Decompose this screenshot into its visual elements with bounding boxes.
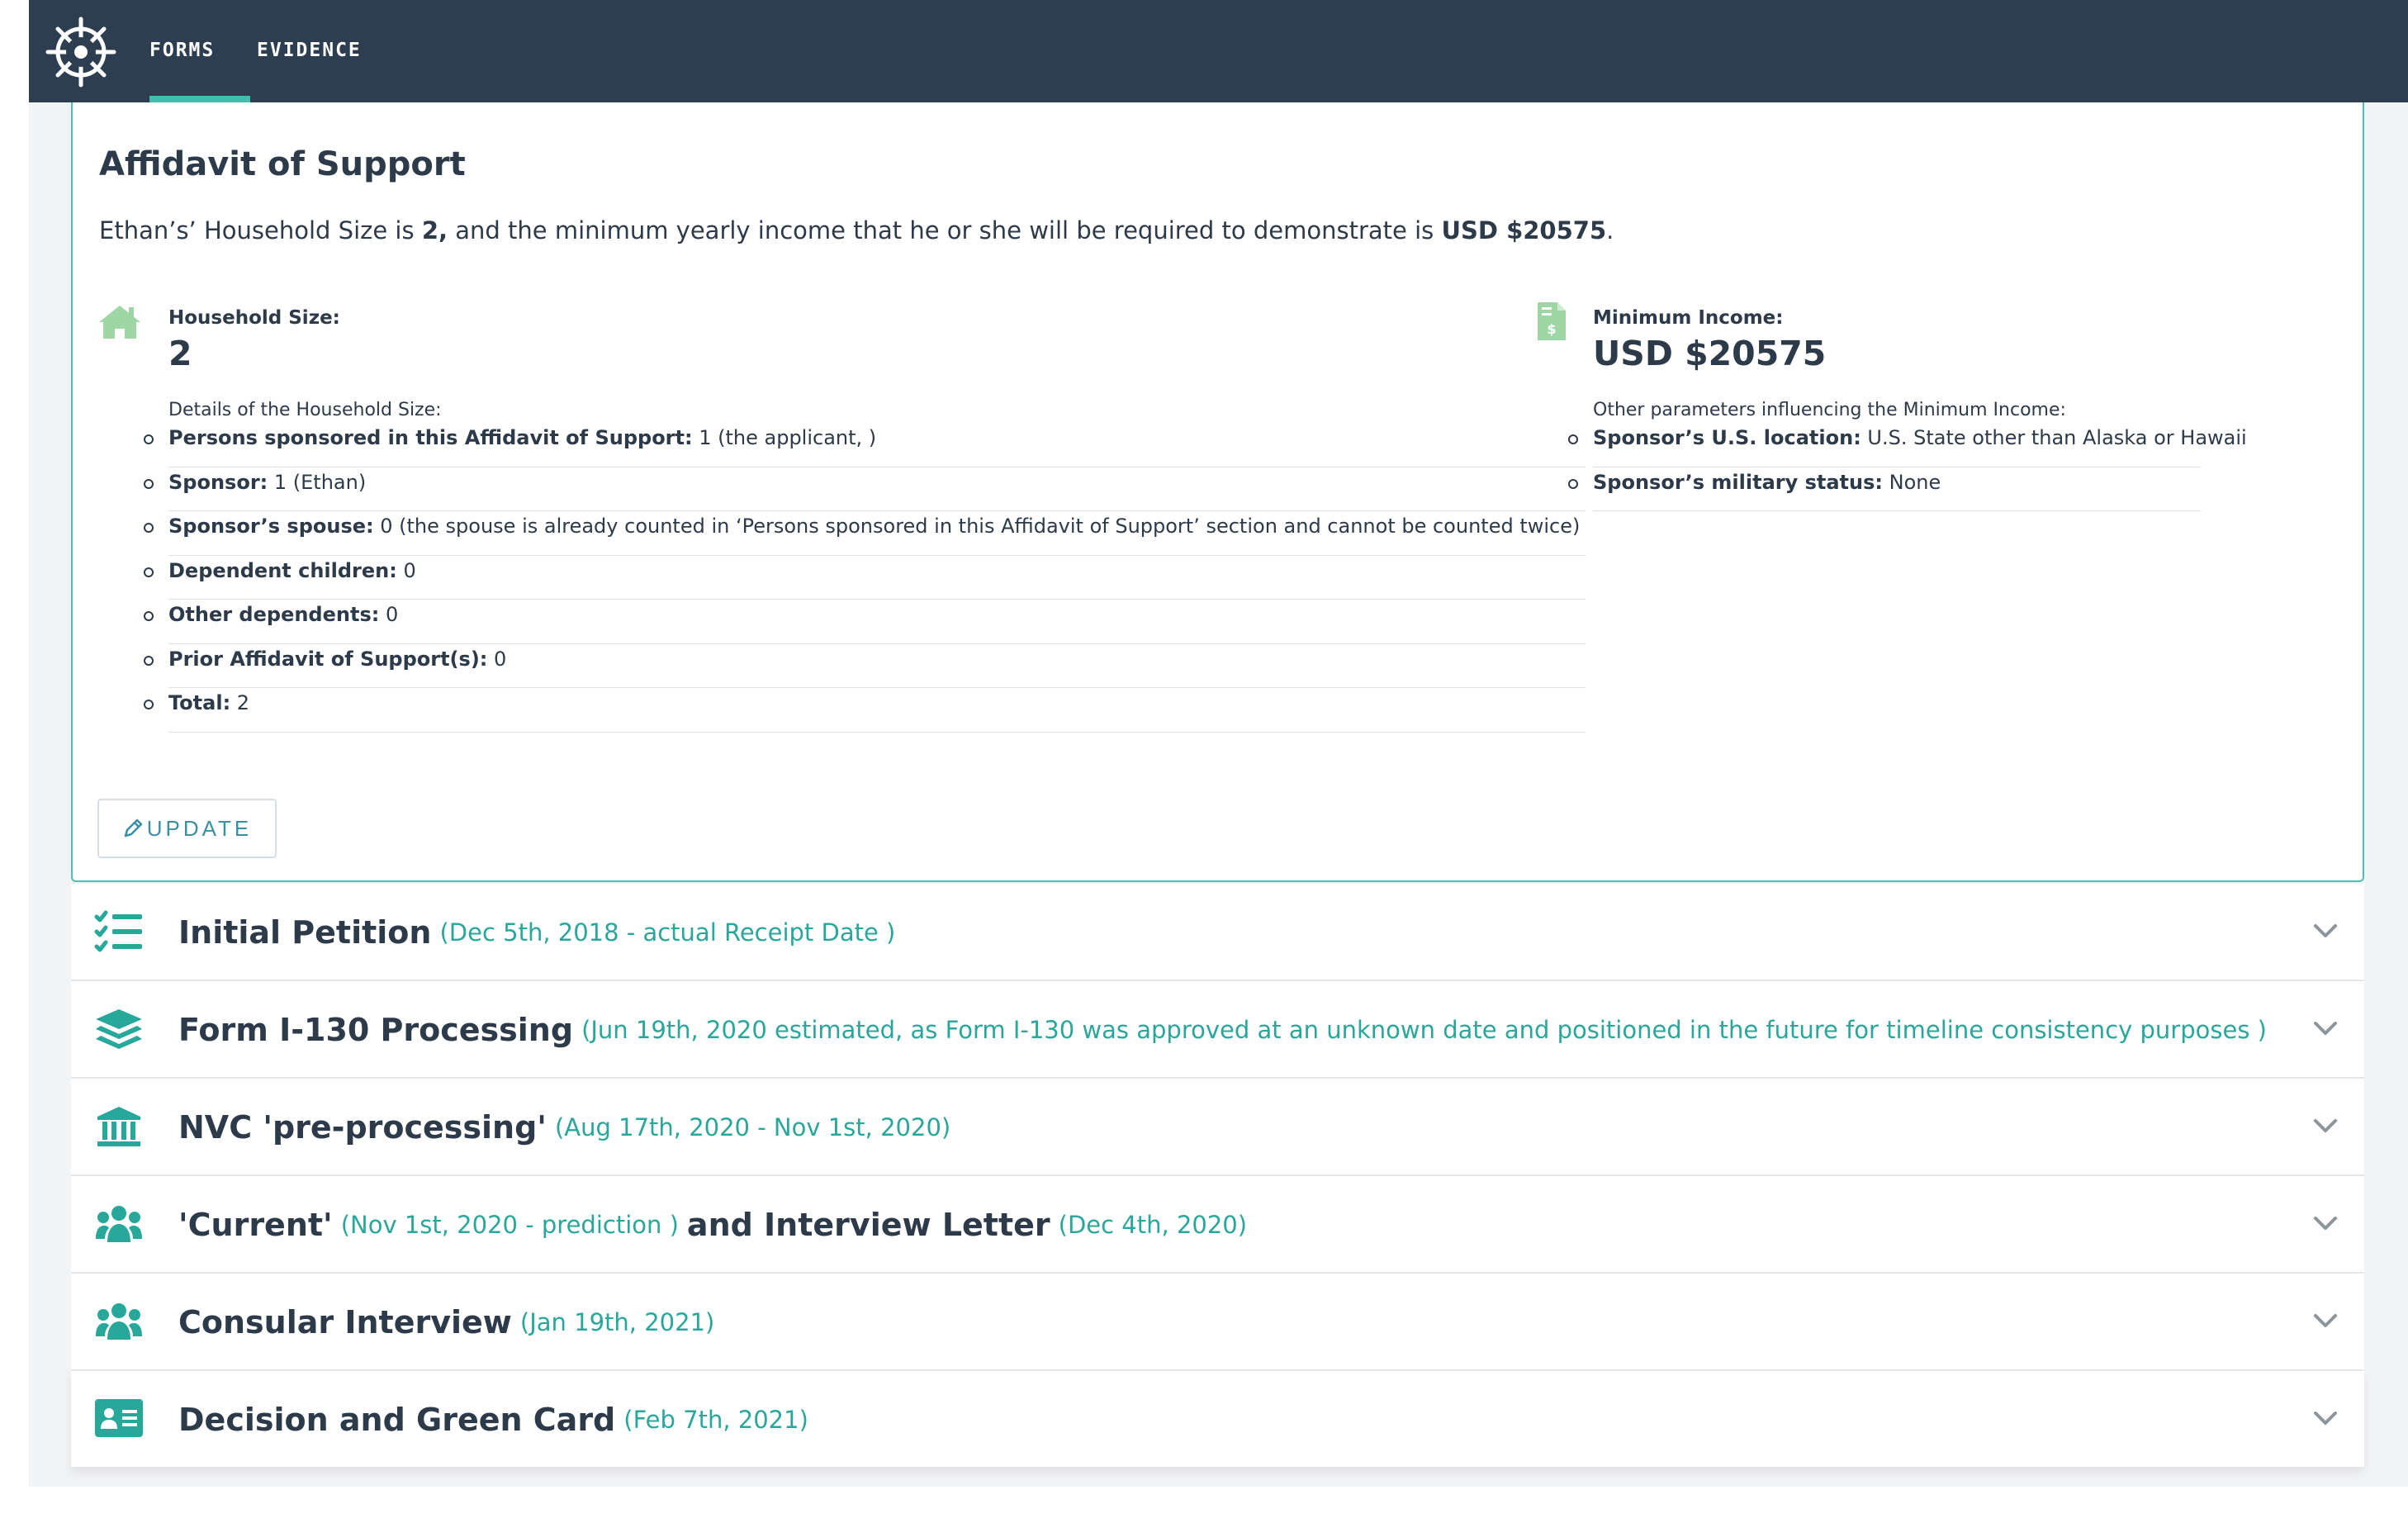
checklist-icon: [94, 910, 142, 952]
chevron-down-icon[interactable]: [2311, 1404, 2339, 1432]
income-details-title: Other parameters influencing the Minimum…: [1593, 400, 2066, 420]
list-item: Total: 2: [144, 688, 1586, 733]
list-item: Sponsor’s U.S. location: U.S. State othe…: [1568, 423, 2247, 467]
section-date: (Jan 19th, 2021): [519, 1308, 715, 1336]
section-title: NVC 'pre-processing': [178, 1109, 547, 1146]
household-size-label: Household Size:: [168, 307, 340, 329]
timeline-accordion: Initial Petition (Dec 5th, 2018 - actual…: [71, 884, 2364, 1467]
household-size-value: 2: [168, 334, 192, 373]
household-details-list: Persons sponsored in this Affidavit of S…: [144, 423, 1586, 733]
detail-value: 2: [230, 691, 250, 714]
accordion-row-nvc[interactable]: NVC 'pre-processing' (Aug 17th, 2020 - N…: [71, 1079, 2364, 1176]
summary-text: .: [1606, 216, 1614, 244]
chevron-down-icon[interactable]: [2311, 1112, 2339, 1140]
users-icon: [96, 1206, 142, 1242]
detail-value: 0 (the spouse is already counted in ‘Per…: [373, 515, 1581, 538]
tab-forms[interactable]: FORMS: [149, 40, 215, 61]
home-icon: [99, 306, 140, 339]
list-item: Sponsor: 1 (Ethan): [144, 467, 1586, 511]
section-date: (Jun 19th, 2020 estimated, as Form I-130…: [581, 1016, 2267, 1044]
pencil-icon: [124, 818, 142, 837]
household-details-title: Details of the Household Size:: [168, 400, 442, 420]
section-title: Consular Interview: [178, 1304, 512, 1340]
list-item: Sponsor’s military status: None: [1568, 467, 2201, 511]
list-item: Dependent children: 0: [144, 556, 1586, 600]
active-tab-indicator: [149, 96, 250, 102]
chevron-down-icon[interactable]: [2311, 1307, 2339, 1335]
detail-key: Dependent children:: [168, 558, 397, 582]
detail-key: Sponsor’s spouse:: [168, 515, 374, 538]
accordion-row-initial-petition[interactable]: Initial Petition (Dec 5th, 2018 - actual…: [71, 884, 2364, 981]
minimum-income-label: Minimum Income:: [1593, 307, 1784, 329]
top-navigation: FORMS EVIDENCE: [29, 0, 2408, 102]
detail-value: 1 (Ethan): [268, 470, 367, 494]
section-title: 'Current': [178, 1207, 333, 1243]
list-item: Sponsor’s spouse: 0 (the spouse is alrea…: [144, 511, 1586, 556]
detail-key: Persons sponsored in this Affidavit of S…: [168, 426, 693, 449]
minimum-income-value: USD $20575: [1593, 334, 1827, 373]
summary-min-income: USD $20575: [1441, 216, 1607, 244]
list-item: Persons sponsored in this Affidavit of S…: [144, 423, 1586, 467]
accordion-header: Decision and Green Card (Feb 7th, 2021): [178, 1371, 817, 1468]
detail-key: Prior Affidavit of Support(s):: [168, 647, 488, 671]
detail-key: Total:: [168, 691, 231, 714]
layers-icon: [96, 1009, 142, 1049]
section-title: and Interview Letter: [686, 1207, 1050, 1243]
id-card-icon: [95, 1399, 143, 1437]
affidavit-title: Affidavit of Support: [99, 145, 466, 183]
accordion-header: Initial Petition (Dec 5th, 2018 - actual…: [178, 884, 903, 981]
section-title: Initial Petition: [178, 914, 432, 951]
summary-household-size: 2,: [421, 216, 448, 244]
ship-wheel-logo-icon[interactable]: [45, 17, 116, 88]
accordion-row-form-i130[interactable]: Form I-130 Processing (Jun 19th, 2020 es…: [71, 981, 2364, 1079]
section-date: (Nov 1st, 2020 - prediction ): [340, 1211, 679, 1239]
update-button[interactable]: UPDATE: [97, 799, 277, 858]
detail-value: 0: [379, 603, 399, 626]
tab-evidence[interactable]: EVIDENCE: [257, 40, 362, 61]
section-date: (Dec 5th, 2018 - actual Receipt Date ): [439, 918, 896, 947]
summary-text: and the minimum yearly income that he or…: [448, 216, 1442, 244]
accordion-header: Consular Interview (Jan 19th, 2021): [178, 1274, 723, 1371]
section-date: (Aug 17th, 2020 - Nov 1st, 2020): [554, 1113, 951, 1141]
accordion-row-consular-interview[interactable]: Consular Interview (Jan 19th, 2021): [71, 1274, 2364, 1371]
affidavit-summary: Ethan’s’ Household Size is 2, and the mi…: [99, 216, 1614, 244]
detail-value: 1 (the applicant, ): [692, 426, 877, 449]
chevron-down-icon[interactable]: [2311, 1209, 2339, 1237]
section-title: Form I-130 Processing: [178, 1012, 574, 1048]
income-details-list: Sponsor’s U.S. location: U.S. State othe…: [1568, 423, 2247, 511]
affidavit-card: Affidavit of Support Ethan’s’ Household …: [71, 102, 2364, 882]
svg-text:$: $: [1547, 321, 1556, 337]
detail-value: 0: [487, 647, 507, 671]
accordion-row-decision-green-card[interactable]: Decision and Green Card (Feb 7th, 2021): [71, 1371, 2364, 1467]
detail-value: U.S. State other than Alaska or Hawaii: [1861, 426, 2247, 449]
detail-value: 0: [396, 558, 416, 582]
summary-text: Ethan’s’ Household Size is: [99, 216, 422, 244]
chevron-down-icon[interactable]: [2311, 1014, 2339, 1042]
accordion-header: Form I-130 Processing (Jun 19th, 2020 es…: [178, 981, 2275, 1079]
accordion-header: 'Current' (Nov 1st, 2020 - prediction ) …: [178, 1176, 1255, 1274]
detail-key: Sponsor’s military status:: [1593, 470, 1883, 494]
chevron-down-icon[interactable]: [2311, 917, 2339, 945]
detail-value: None: [1883, 470, 1941, 494]
accordion-header: NVC 'pre-processing' (Aug 17th, 2020 - N…: [178, 1079, 959, 1176]
detail-key: Sponsor:: [168, 470, 268, 494]
detail-key: Other dependents:: [168, 603, 380, 626]
section-date: (Feb 7th, 2021): [623, 1406, 808, 1434]
detail-key: Sponsor’s U.S. location:: [1593, 426, 1861, 449]
users-icon: [96, 1303, 142, 1340]
list-item: Other dependents: 0: [144, 600, 1586, 644]
bank-icon: [97, 1107, 140, 1146]
section-title: Decision and Green Card: [178, 1402, 616, 1438]
invoice-dollar-icon: $: [1538, 302, 1566, 340]
accordion-row-current-interview-letter[interactable]: 'Current' (Nov 1st, 2020 - prediction ) …: [71, 1176, 2364, 1274]
list-item: Prior Affidavit of Support(s): 0: [144, 644, 1586, 688]
update-button-label: UPDATE: [146, 815, 253, 841]
section-date: (Dec 4th, 2020): [1058, 1211, 1248, 1239]
